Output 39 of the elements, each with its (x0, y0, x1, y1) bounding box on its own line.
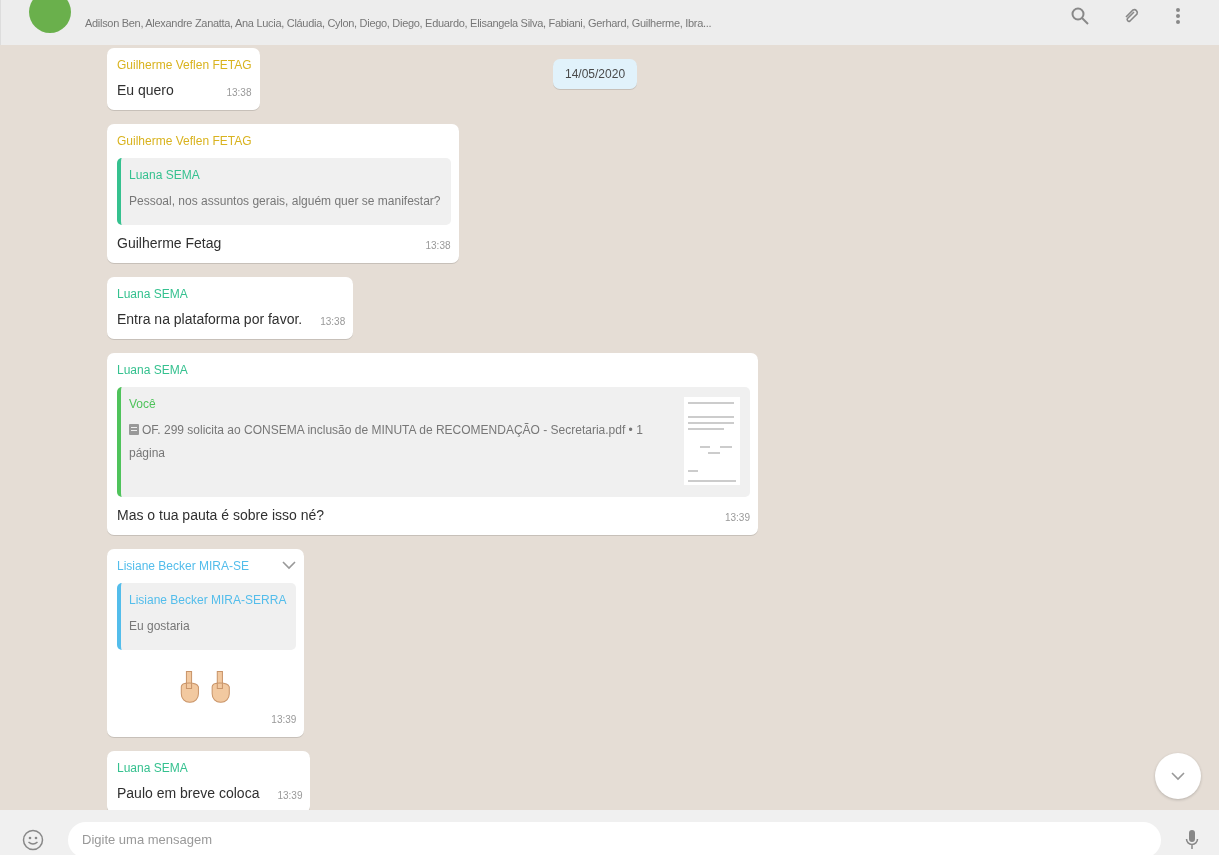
sender-name: Luana SEMA (117, 760, 189, 775)
emoji-icon[interactable] (22, 828, 44, 851)
message-time: 13:38 (226, 87, 252, 98)
scroll-down-button[interactable] (1155, 753, 1201, 799)
group-participants: Adilson Ben, Alexandre Zanatta, Ana Lucia, Cláudia, Cylon, Diego, Diego, Eduardo, Elisangela Silva, Fabiani, Gerhard, Guilherme, Ibra... (85, 16, 713, 29)
message-text: Entra na plataforma por favor. (117, 310, 303, 327)
menu-icon[interactable] (1175, 6, 1181, 25)
chevron-down-icon (1171, 771, 1185, 781)
microphone-icon[interactable] (1185, 828, 1199, 851)
message-time: 13:38 (320, 315, 346, 327)
group-avatar[interactable] (29, 0, 71, 33)
message-input[interactable]: Digite uma mensagem (68, 821, 1161, 855)
quoted-text: OF. 299 solicita ao CONSEMA inclusão de MINUTA de RECOMENDAÇÃO - Secretaria.pdf • 1 página (129, 421, 644, 462)
message-time: 13:39 (724, 511, 750, 523)
message-time: 13:39 (271, 713, 297, 725)
document-icon (129, 423, 139, 435)
quoted-message[interactable]: Você OF. 299 solicita ao CONSEMA inclusão de MINUTA de RECOMENDAÇÃO - Secretaria.pdf • 1 página (117, 386, 750, 497)
sender-name: Luana SEMA (117, 362, 189, 377)
message-text: Guilherme Fetag (117, 234, 222, 251)
quoted-sender: Luana SEMA (129, 168, 201, 182)
quoted-message[interactable]: Lisiane Becker MIRA-SERRA Eu gostaria (117, 582, 297, 650)
message-text: Mas o tua pauta é sobre isso né? (117, 506, 325, 523)
sender-name: Guilherme Veflen FETAG (117, 134, 253, 148)
sender-name: Lisiane Becker MIRA-SE (117, 558, 250, 573)
sender-name: Luana SEMA (117, 286, 189, 301)
quoted-sender: Você (129, 396, 157, 411)
search-icon[interactable] (1071, 6, 1089, 25)
quoted-text: Eu gostaria (129, 617, 191, 635)
sender-name: Guilherme Veflen FETAG (117, 58, 252, 72)
message-text: Eu quero (117, 82, 174, 98)
quoted-sender: Lisiane Becker MIRA-SERRA (129, 592, 287, 607)
message-time: 13:38 (425, 239, 451, 251)
message-text: Paulo em breve coloca (117, 784, 260, 801)
quoted-message[interactable]: Luana SEMA Pessoal, nos assuntos gerais, alguém quer se manifestar? (117, 158, 451, 225)
quoted-text: Pessoal, nos assuntos gerais, alguém quer se manifestar? (129, 193, 441, 210)
date-chip: 14/05/2020 (553, 59, 638, 89)
paperclip-icon[interactable] (1123, 6, 1141, 25)
chevron-down-icon[interactable] (282, 561, 297, 571)
message-time: 13:39 (277, 789, 303, 801)
